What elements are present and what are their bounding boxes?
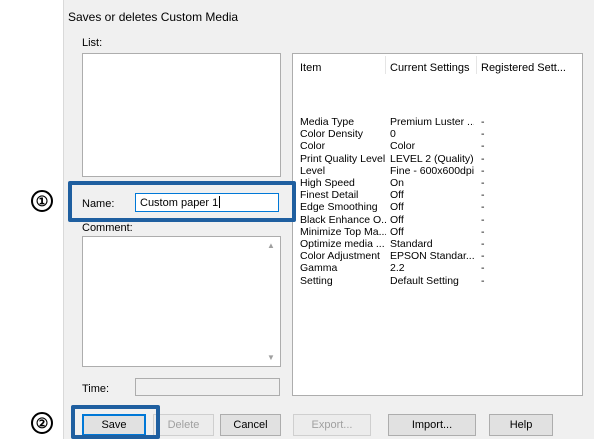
- table-row[interactable]: Media Type Premium Luster ... -: [293, 116, 582, 128]
- cell-current-setting: Off: [390, 213, 404, 226]
- cell-item: Optimize media ...: [300, 238, 385, 250]
- cell-registered-setting: -: [481, 225, 485, 238]
- cell-registered-setting: -: [481, 238, 485, 250]
- cell-item: Edge Smoothing: [300, 201, 378, 214]
- cell-registered-setting: -: [481, 164, 485, 177]
- time-field: [135, 378, 280, 396]
- cell-registered-setting: -: [481, 274, 485, 287]
- cell-item: Finest Detail: [300, 189, 359, 202]
- table-row[interactable]: Level Fine - 600x600dpi -: [293, 165, 582, 177]
- cell-item: Black Enhance O...: [300, 213, 386, 226]
- cell-item: Gamma: [300, 262, 338, 275]
- callout-marker-1: ①: [31, 190, 53, 212]
- scroll-up-icon[interactable]: ▲: [267, 241, 275, 250]
- cell-current-setting: Color: [390, 140, 416, 153]
- column-header-item[interactable]: Item: [300, 62, 321, 74]
- column-separator: [385, 56, 386, 74]
- table-row[interactable]: Color Color -: [293, 140, 582, 152]
- cell-registered-setting: -: [481, 201, 485, 214]
- table-row[interactable]: Setting Default Setting -: [293, 275, 582, 287]
- cell-item: Color: [300, 140, 326, 153]
- cell-current-setting: Premium Luster ...: [390, 116, 474, 128]
- table-row[interactable]: Finest Detail Off -: [293, 189, 582, 201]
- scroll-down-icon[interactable]: ▼: [267, 353, 275, 362]
- cell-registered-setting: -: [481, 177, 485, 189]
- name-field-highlight: [68, 181, 296, 222]
- media-list[interactable]: [82, 53, 281, 177]
- comment-label: Comment:: [82, 222, 133, 234]
- table-row[interactable]: Print Quality Level LEVEL 2 (Quality) -: [293, 153, 582, 165]
- cell-registered-setting: -: [481, 128, 485, 141]
- table-row[interactable]: Optimize media ... Standard -: [293, 238, 582, 250]
- cell-current-setting: Fine - 600x600dpi: [390, 164, 474, 177]
- save-button-highlight: [71, 405, 160, 439]
- cell-item: Level: [300, 164, 326, 177]
- delete-button[interactable]: Delete: [153, 414, 214, 436]
- cell-current-setting: Off: [390, 189, 404, 202]
- settings-table[interactable]: Item Current Settings Registered Sett...…: [292, 53, 583, 396]
- table-row[interactable]: Edge Smoothing Off -: [293, 201, 582, 213]
- cell-item: Minimize Top Ma...: [300, 225, 386, 238]
- cell-current-setting: EPSON Standar...: [390, 250, 474, 263]
- cell-current-setting: Standard: [390, 238, 433, 250]
- dialog-title: Saves or deletes Custom Media: [68, 10, 239, 24]
- cell-current-setting: LEVEL 2 (Quality): [390, 152, 474, 165]
- cell-item: Color Adjustment: [300, 250, 380, 263]
- cell-item: Print Quality Level: [300, 152, 386, 165]
- column-separator: [476, 56, 477, 74]
- cell-registered-setting: -: [481, 213, 485, 226]
- cell-current-setting: 0: [390, 128, 396, 141]
- table-row[interactable]: High Speed On -: [293, 177, 582, 189]
- table-row[interactable]: Gamma 2.2 -: [293, 262, 582, 274]
- help-button[interactable]: Help: [489, 414, 553, 436]
- import-button[interactable]: Import...: [388, 414, 476, 436]
- table-row[interactable]: Color Adjustment EPSON Standar... -: [293, 250, 582, 262]
- cell-item: Media Type: [300, 116, 355, 128]
- cell-registered-setting: -: [481, 152, 485, 165]
- column-header-registered-settings[interactable]: Registered Sett...: [481, 62, 566, 74]
- comment-textarea[interactable]: ▲ ▼: [82, 236, 281, 367]
- cancel-button[interactable]: Cancel: [220, 414, 281, 436]
- cell-registered-setting: -: [481, 250, 485, 263]
- time-label: Time:: [82, 383, 110, 395]
- cell-registered-setting: -: [481, 262, 485, 275]
- cell-current-setting: Default Setting: [390, 274, 459, 287]
- cell-registered-setting: -: [481, 189, 485, 202]
- cell-registered-setting: -: [481, 140, 485, 153]
- cell-current-setting: 2.2: [390, 262, 405, 275]
- column-header-current-settings[interactable]: Current Settings: [390, 62, 469, 74]
- table-row[interactable]: Black Enhance O... Off -: [293, 214, 582, 226]
- comment-scrollbar[interactable]: ▲ ▼: [264, 237, 280, 366]
- table-row[interactable]: Minimize Top Ma... Off -: [293, 226, 582, 238]
- cell-current-setting: On: [390, 177, 405, 189]
- cell-current-setting: Off: [390, 225, 404, 238]
- cell-registered-setting: -: [481, 116, 485, 128]
- cell-item: Setting: [300, 274, 333, 287]
- cell-current-setting: Off: [390, 201, 404, 214]
- cell-item: High Speed: [300, 177, 355, 189]
- table-row[interactable]: Color Density 0 -: [293, 128, 582, 140]
- callout-marker-2: ②: [31, 412, 53, 434]
- export-button[interactable]: Export...: [293, 414, 371, 436]
- cell-item: Color Density: [300, 128, 364, 141]
- list-label: List:: [82, 37, 103, 49]
